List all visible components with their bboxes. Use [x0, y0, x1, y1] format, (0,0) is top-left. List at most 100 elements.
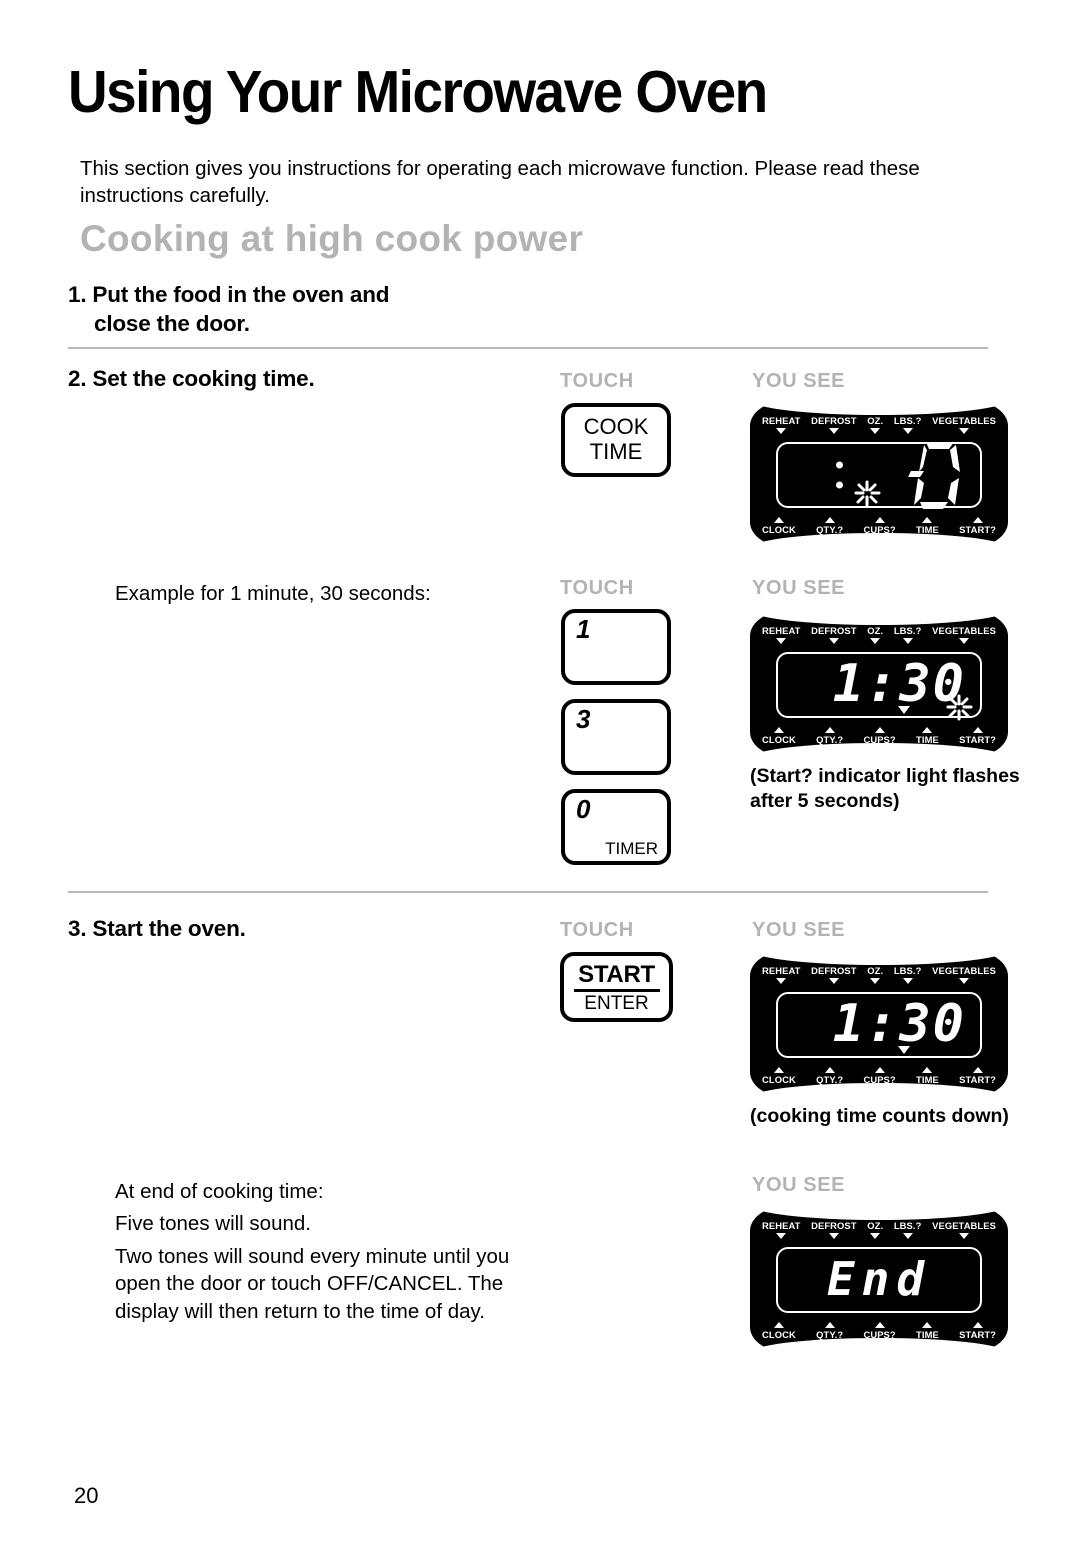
example-label: Example for 1 minute, 30 seconds: — [115, 582, 431, 605]
display-3-top-indicators: REHEAT DEFROST OZ. LBS.? VEGETABLES — [762, 966, 996, 984]
step-2-heading: 2. Set the cooking time. — [68, 366, 315, 391]
triangle-down-icon — [870, 1232, 881, 1239]
triangle-down-icon — [776, 1232, 787, 1239]
display-4-screen: End — [776, 1247, 982, 1313]
you-see-column-label-1: YOU SEE — [752, 370, 846, 392]
triangle-down-icon — [776, 427, 787, 434]
display-4-bottom-indicators: CLOCK QTY.? CUPS? TIME START? — [762, 1322, 996, 1340]
triangle-up-icon — [773, 1322, 784, 1329]
intro-paragraph: This section gives you instructions for … — [80, 157, 920, 208]
number-button-0-sublabel: TIMER — [605, 839, 658, 858]
triangle-up-icon — [773, 727, 784, 734]
touch-column-label-1: TOUCH — [560, 370, 634, 392]
page-title: Using Your Microwave Oven — [68, 59, 768, 125]
triangle-up-icon — [972, 1067, 983, 1074]
triangle-up-icon — [972, 517, 983, 524]
triangle-up-icon — [972, 1322, 983, 1329]
indicator-time: TIME — [916, 517, 939, 535]
triangle-up-icon — [824, 1067, 835, 1074]
display-panel-2: REHEAT DEFROST OZ. LBS.? VEGETABLES 1:30 — [750, 609, 1008, 759]
indicator-cups: CUPS? — [863, 727, 896, 745]
triangle-down-icon — [959, 637, 970, 644]
triangle-down-icon — [828, 977, 839, 984]
triangle-up-icon — [874, 517, 885, 524]
triangle-down-icon — [959, 977, 970, 984]
indicator-reheat: REHEAT — [762, 966, 800, 984]
indicator-lbs: LBS.? — [894, 416, 922, 434]
number-button-0-digit: 0 — [576, 794, 591, 824]
number-button-1-digit: 1 — [576, 614, 591, 644]
flashing-zero-icon — [908, 442, 960, 509]
indicator-qty: QTY.? — [816, 727, 843, 745]
number-button-0-timer[interactable]: 0 TIMER — [561, 789, 671, 865]
indicator-qty: QTY.? — [816, 1067, 843, 1085]
indicator-time: TIME — [916, 1322, 939, 1340]
triangle-up-icon — [922, 1322, 933, 1329]
number-button-3[interactable]: 3 — [561, 699, 671, 775]
triangle-down-icon — [902, 977, 913, 984]
start-button-divider — [573, 988, 660, 992]
display-4-top-indicators: REHEAT DEFROST OZ. LBS.? VEGETABLES — [762, 1221, 996, 1239]
triangle-up-icon — [874, 727, 885, 734]
indicator-lbs: LBS.? — [894, 1221, 922, 1239]
indicator-start: START? — [959, 517, 996, 535]
display-1-bottom-indicators: CLOCK QTY.? CUPS? TIME START? — [762, 517, 996, 535]
display-3-screen: 1:30 — [776, 992, 982, 1058]
indicator-defrost: DEFROST — [811, 626, 857, 644]
triangle-up-icon — [824, 1322, 835, 1329]
indicator-reheat: REHEAT — [762, 626, 800, 644]
start-label: START — [578, 961, 655, 989]
display-panel-1: REHEAT DEFROST OZ. LBS.? VEGETABLES CLOC… — [750, 399, 1008, 549]
indicator-qty: QTY.? — [816, 517, 843, 535]
indicator-cups: CUPS? — [863, 1067, 896, 1085]
triangle-up-icon — [874, 1067, 885, 1074]
caption-start-flash: (Start? indicator light flashes after 5 … — [750, 765, 1020, 812]
indicator-vegetables: VEGETABLES — [932, 626, 996, 644]
flash-star-icon — [854, 480, 881, 507]
indicator-defrost: DEFROST — [811, 416, 857, 434]
triangle-down-icon — [776, 637, 787, 644]
triangle-down-icon — [959, 427, 970, 434]
triangle-down-icon — [776, 977, 787, 984]
cook-time-label-line1: COOK — [583, 414, 649, 440]
indicator-lbs: LBS.? — [894, 626, 922, 644]
number-button-3-digit: 3 — [576, 704, 591, 734]
enter-label: ENTER — [584, 992, 649, 1014]
touch-column-label-3: TOUCH — [560, 919, 634, 941]
end-text-line2: Five tones will sound. — [115, 1212, 311, 1235]
section-title: Cooking at high cook power — [80, 218, 584, 259]
triangle-up-icon — [824, 727, 835, 734]
step-3-heading: 3. Start the oven. — [68, 916, 246, 941]
display-1-top-indicators: REHEAT DEFROST OZ. LBS.? VEGETABLES — [762, 416, 996, 434]
you-see-column-label-3: YOU SEE — [752, 919, 846, 941]
triangle-down-icon — [902, 1232, 913, 1239]
display-2-top-indicators: REHEAT DEFROST OZ. LBS.? VEGETABLES — [762, 626, 996, 644]
triangle-up-icon — [773, 1067, 784, 1074]
display-panel-3: REHEAT DEFROST OZ. LBS.? VEGETABLES 1:30… — [750, 949, 1008, 1099]
start-enter-button[interactable]: START ENTER — [560, 952, 673, 1022]
triangle-down-icon — [828, 637, 839, 644]
indicator-defrost: DEFROST — [811, 1221, 857, 1239]
cook-time-button[interactable]: COOK TIME — [561, 403, 671, 477]
indicator-clock: CLOCK — [762, 1322, 796, 1340]
indicator-vegetables: VEGETABLES — [932, 1221, 996, 1239]
triangle-up-icon — [824, 517, 835, 524]
indicator-time: TIME — [916, 1067, 939, 1085]
indicator-oz: OZ. — [867, 1221, 883, 1239]
you-see-column-label-4: YOU SEE — [752, 1174, 846, 1196]
end-text-paragraph: Two tones will sound every minute until … — [115, 1245, 510, 1323]
triangle-up-icon — [922, 727, 933, 734]
display-1-screen — [776, 442, 982, 509]
indicator-vegetables: VEGETABLES — [932, 966, 996, 984]
indicator-clock: CLOCK — [762, 517, 796, 535]
step-1-heading: 1. Put the food in the oven and close th… — [68, 281, 538, 339]
number-button-1[interactable]: 1 — [561, 609, 671, 685]
end-text-line1: At end of cooking time: — [115, 1180, 324, 1203]
indicator-start: START? — [959, 727, 996, 745]
triangle-down-icon — [870, 637, 881, 644]
triangle-down-icon — [828, 1232, 839, 1239]
indicator-cups: CUPS? — [863, 517, 896, 535]
triangle-up-icon — [922, 1067, 933, 1074]
indicator-cups: CUPS? — [863, 1322, 896, 1340]
indicator-oz: OZ. — [867, 416, 883, 434]
